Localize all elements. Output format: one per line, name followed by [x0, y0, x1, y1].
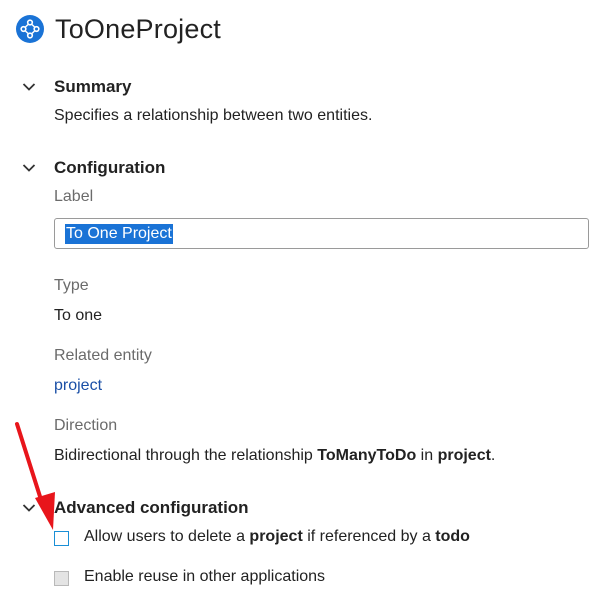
page-title: ToOneProject — [55, 13, 221, 44]
chevron-down-icon[interactable] — [22, 163, 36, 173]
label-input[interactable]: To One Project — [54, 218, 589, 249]
direction-prefix: Bidirectional through the relationship — [54, 447, 318, 464]
chevron-down-icon[interactable] — [22, 503, 36, 513]
configuration-section-title[interactable]: Configuration — [54, 158, 165, 178]
direction-relationship: ToManyToDo — [317, 447, 417, 464]
enable-reuse-label[interactable]: Enable reuse in other applications — [84, 568, 325, 586]
header: ToOneProject — [16, 12, 221, 46]
type-value: To one — [54, 307, 103, 324]
summary-description: Specifies a relationship between two ent… — [54, 107, 373, 124]
summary-section-title[interactable]: Summary — [54, 77, 131, 97]
type-caption: Type — [54, 277, 89, 294]
chevron-down-icon[interactable] — [22, 82, 36, 92]
allow-delete-checkbox[interactable] — [54, 531, 69, 546]
related-entity-caption: Related entity — [54, 347, 152, 364]
page: ToOneProject Summary Specifies a relatio… — [0, 0, 597, 602]
direction-in: in — [416, 447, 438, 464]
enable-reuse-checkbox[interactable] — [54, 571, 69, 586]
allow-delete-label[interactable]: Allow users to delete a project if refer… — [84, 528, 470, 546]
direction-caption: Direction — [54, 417, 118, 434]
relationship-icon — [16, 15, 44, 43]
arrow-head — [35, 492, 55, 530]
allow-delete-middle: if referenced by a — [302, 528, 436, 545]
advanced-section-title[interactable]: Advanced configuration — [54, 498, 249, 518]
allow-delete-entity: project — [249, 528, 303, 545]
label-caption: Label — [54, 188, 94, 205]
label-input-value[interactable]: To One Project — [65, 223, 173, 244]
allow-delete-prefix: Allow users to delete a — [84, 528, 250, 545]
allow-delete-referrer: todo — [435, 528, 470, 545]
direction-entity: project — [437, 447, 491, 464]
arrow-shaft — [15, 422, 45, 508]
direction-suffix: . — [490, 447, 496, 464]
direction-value: Bidirectional through the relationship T… — [54, 447, 495, 465]
related-entity-link[interactable]: project — [54, 377, 102, 395]
